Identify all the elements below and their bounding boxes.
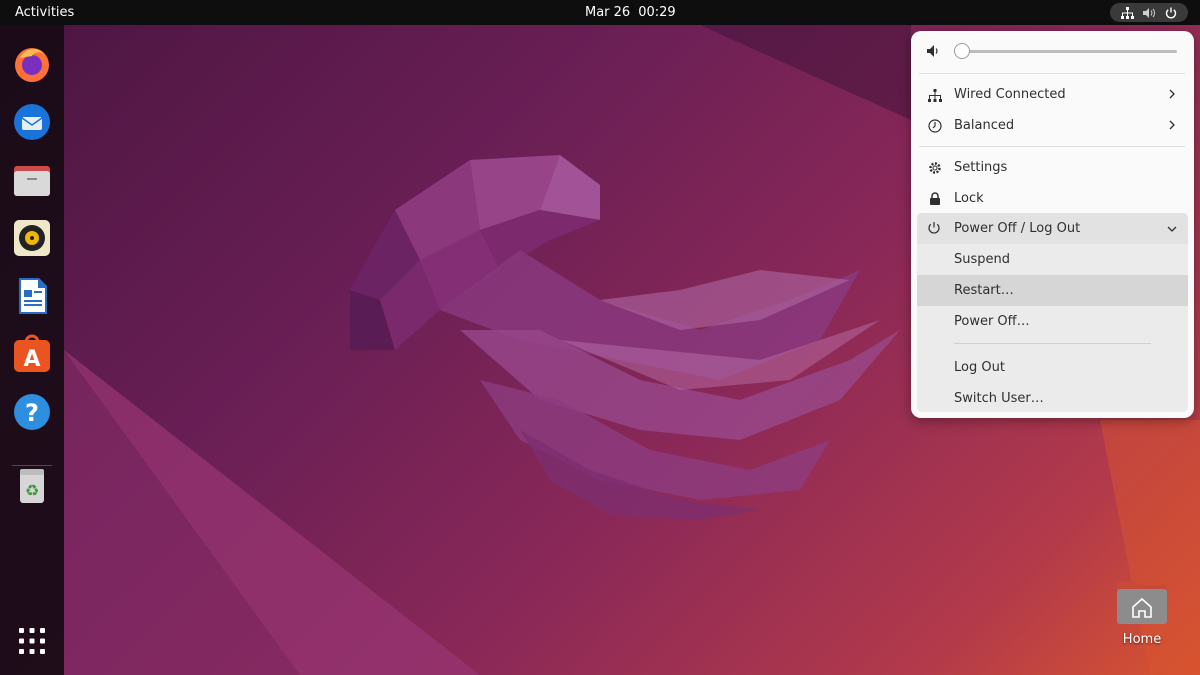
power-mode-icon [927, 118, 943, 134]
home-label: Home [1122, 632, 1162, 647]
power-mode-item[interactable]: Balanced [917, 110, 1188, 141]
volume-icon [1142, 6, 1156, 20]
switch-user-item[interactable]: Switch User… [917, 383, 1188, 414]
svg-text:?: ? [25, 399, 39, 427]
power-menu-label: Power Off / Log Out [954, 221, 1081, 236]
separator [954, 343, 1151, 344]
chevron-right-icon [1169, 120, 1175, 130]
power-off-label: Power Off… [954, 314, 1030, 329]
libreoffice-writer-icon[interactable] [12, 276, 52, 316]
dock: A ? ♻ [0, 25, 64, 675]
rhythmbox-icon[interactable] [12, 218, 52, 258]
home-desktop-icon[interactable]: Home [1108, 575, 1176, 655]
suspend-item[interactable]: Suspend [917, 244, 1188, 275]
thunderbird-icon[interactable] [12, 102, 52, 142]
date-label: Mar 26 [585, 5, 631, 20]
network-icon [1120, 6, 1134, 20]
log-out-item[interactable]: Log Out [917, 352, 1188, 383]
volume-slider-knob[interactable] [954, 43, 970, 59]
firefox-icon[interactable] [12, 44, 52, 84]
volume-icon [927, 44, 942, 62]
trash-icon[interactable]: ♻ [12, 465, 52, 505]
app-grid-icon[interactable] [12, 621, 52, 661]
chevron-down-icon [1167, 226, 1177, 232]
software-center-icon[interactable]: A [12, 334, 52, 374]
power-mode-label: Balanced [954, 118, 1015, 133]
restart-label: Restart… [954, 283, 1014, 298]
separator [919, 146, 1185, 147]
volume-row [911, 39, 1194, 65]
power-icon [1164, 6, 1178, 20]
settings-item[interactable]: Settings [917, 152, 1188, 183]
suspend-label: Suspend [954, 252, 1011, 267]
switch-user-label: Switch User… [954, 391, 1044, 406]
activities-button[interactable]: Activities [8, 0, 81, 25]
help-icon[interactable]: ? [12, 392, 52, 432]
network-item[interactable]: Wired Connected [917, 79, 1188, 110]
restart-item[interactable]: Restart… [917, 275, 1188, 306]
separator [919, 73, 1185, 74]
system-tray-button[interactable] [1110, 3, 1188, 22]
svg-text:A: A [23, 347, 40, 372]
lock-item[interactable]: Lock [917, 183, 1188, 214]
power-menu-header[interactable]: Power Off / Log Out [917, 213, 1188, 244]
system-menu: Wired Connected Balanced Settings Lock P… [911, 31, 1194, 418]
svg-text:♻: ♻ [25, 481, 39, 500]
network-icon [927, 87, 943, 103]
files-icon[interactable] [12, 160, 52, 200]
power-off-item[interactable]: Power Off… [917, 306, 1188, 337]
power-icon [927, 221, 941, 239]
top-bar: Activities Mar 26 00:29 [0, 0, 1200, 25]
settings-label: Settings [954, 160, 1008, 175]
home-folder-icon [1117, 581, 1167, 624]
gear-icon [927, 160, 943, 176]
time-label: 00:29 [638, 5, 676, 20]
volume-slider[interactable] [961, 50, 1177, 53]
lock-label: Lock [954, 191, 984, 206]
chevron-right-icon [1169, 89, 1175, 99]
log-out-label: Log Out [954, 360, 1005, 375]
network-label: Wired Connected [954, 87, 1066, 102]
clock-button[interactable]: Mar 26 00:29 [585, 0, 676, 25]
lock-icon [927, 191, 943, 207]
